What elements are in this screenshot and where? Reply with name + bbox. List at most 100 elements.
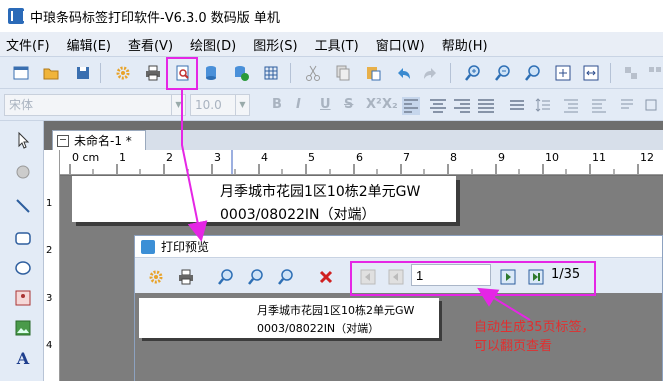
superscript-button[interactable]: X² bbox=[366, 97, 382, 112]
font-family-value: 宋体 bbox=[9, 98, 34, 112]
ruler-tick: 9 bbox=[498, 151, 505, 164]
cut-icon[interactable] bbox=[302, 62, 324, 84]
line-tool-icon[interactable] bbox=[12, 195, 34, 217]
print-icon[interactable] bbox=[175, 266, 197, 288]
new-icon[interactable] bbox=[10, 62, 32, 84]
menu-file[interactable]: 文件(F) bbox=[6, 35, 50, 54]
rotate-icon[interactable] bbox=[640, 94, 662, 116]
font-size-value: 10.0 bbox=[195, 98, 222, 112]
vertical-ruler: 1 2 3 4 bbox=[44, 150, 60, 381]
window-title: 中琅条码标签打印软件-V6.3.0 数码版 单机 bbox=[30, 10, 280, 26]
strikethrough-button[interactable]: S bbox=[344, 97, 353, 112]
database-icon[interactable] bbox=[200, 62, 222, 84]
fit-page-icon[interactable] bbox=[552, 62, 574, 84]
picture-tool-icon[interactable] bbox=[12, 317, 34, 339]
tab-document[interactable]: 未命名-1 * bbox=[52, 130, 146, 150]
align-left-button[interactable] bbox=[402, 97, 420, 115]
hand-icon[interactable] bbox=[12, 161, 34, 183]
underline-button[interactable]: U bbox=[320, 97, 331, 112]
settings-icon[interactable] bbox=[145, 266, 167, 288]
open-icon[interactable] bbox=[40, 62, 62, 84]
distribute-icon[interactable] bbox=[644, 62, 663, 84]
outdent-icon[interactable] bbox=[588, 94, 610, 116]
image-tool-icon[interactable] bbox=[12, 287, 34, 309]
zoom-out-icon[interactable] bbox=[245, 266, 267, 288]
fit-width-icon[interactable] bbox=[580, 62, 602, 84]
ruler-tick: 8 bbox=[450, 151, 457, 164]
zoom-fit-icon[interactable] bbox=[522, 62, 544, 84]
align-right-button[interactable] bbox=[454, 99, 470, 113]
ellipse-tool-icon[interactable] bbox=[12, 257, 34, 279]
ruler-tick: 10 bbox=[545, 151, 559, 164]
bold-button[interactable]: B bbox=[272, 97, 282, 112]
tab-document-label: 未命名-1 * bbox=[74, 134, 132, 148]
ruler-origin: 0 cm bbox=[72, 151, 100, 164]
rounded-rect-tool-icon[interactable] bbox=[12, 227, 34, 249]
ruler-tick: 11 bbox=[592, 151, 606, 164]
save-icon[interactable] bbox=[72, 62, 94, 84]
drawing-toolbox: A bbox=[0, 121, 44, 381]
menu-help[interactable]: 帮助(H) bbox=[442, 35, 488, 54]
format-toolbar: 宋体 ▼ 10.0 ▼ B I U S X² X₂ bbox=[0, 89, 663, 121]
subscript-button[interactable]: X₂ bbox=[382, 97, 398, 112]
paste-icon[interactable] bbox=[362, 62, 384, 84]
select-arrow-icon[interactable] bbox=[12, 129, 34, 151]
zoom-in-icon[interactable] bbox=[462, 62, 484, 84]
document-icon bbox=[57, 134, 69, 147]
annotation-line2: 可以翻页查看 bbox=[474, 339, 553, 354]
align-center-button[interactable] bbox=[430, 99, 446, 113]
print-preview-window: 打印预览 1/35 月季城市花园1区10栋2单元GW 0003/08022IN（… bbox=[134, 235, 663, 381]
title-bar: 中琅条码标签打印软件-V6.3.0 数码版 单机 bbox=[0, 0, 663, 32]
text-color-icon[interactable] bbox=[506, 94, 528, 116]
settings-icon[interactable] bbox=[112, 62, 134, 84]
horizontal-ruler: 0 cm 1 2 3 4 5 6 7 8 9 10 11 12 bbox=[60, 150, 663, 175]
indent-icon[interactable] bbox=[560, 94, 582, 116]
ruler-tick: 1 bbox=[46, 198, 53, 209]
label-text-line2[interactable]: 0003/08022IN（对端） bbox=[220, 204, 375, 224]
wrap-icon[interactable] bbox=[616, 94, 638, 116]
preview-label-line1: 月季城市花园1区10栋2单元GW bbox=[257, 304, 415, 317]
ruler-tick: 4 bbox=[46, 340, 53, 351]
ruler-tick: 3 bbox=[46, 293, 53, 304]
close-icon[interactable] bbox=[315, 266, 337, 288]
zoom-out-icon[interactable] bbox=[492, 62, 514, 84]
font-size-select[interactable]: 10.0 ▼ bbox=[190, 94, 250, 116]
line-spacing-icon[interactable] bbox=[532, 94, 554, 116]
menu-draw[interactable]: 绘图(D) bbox=[190, 35, 236, 54]
zoom-fit-icon[interactable] bbox=[275, 266, 297, 288]
ruler-tick: 3 bbox=[214, 151, 221, 164]
preview-title: 打印预览 bbox=[161, 240, 210, 254]
text-tool-icon[interactable]: A bbox=[12, 347, 34, 369]
menu-edit[interactable]: 编辑(E) bbox=[67, 35, 111, 54]
ruler-tick: 1 bbox=[119, 151, 126, 164]
font-family-select[interactable]: 宋体 ▼ bbox=[4, 94, 186, 116]
ruler-tick: 6 bbox=[356, 151, 363, 164]
zoom-in-icon[interactable] bbox=[215, 266, 237, 288]
italic-button[interactable]: I bbox=[296, 97, 301, 112]
menu-window[interactable]: 窗口(W) bbox=[376, 35, 425, 54]
main-toolbar bbox=[0, 56, 663, 89]
database-add-icon[interactable] bbox=[230, 62, 252, 84]
menu-tools[interactable]: 工具(T) bbox=[315, 35, 359, 54]
print-preview-highlight bbox=[166, 57, 198, 90]
preview-label-line2: 0003/08022IN（对端） bbox=[257, 322, 380, 335]
print-icon[interactable] bbox=[142, 62, 164, 84]
chevron-down-icon: ▼ bbox=[171, 95, 185, 115]
ruler-tick: 4 bbox=[261, 151, 268, 164]
preview-app-icon bbox=[141, 239, 155, 254]
grid-icon[interactable] bbox=[260, 62, 282, 84]
ruler-tick: 12 bbox=[640, 151, 654, 164]
undo-icon[interactable] bbox=[392, 62, 414, 84]
menu-view[interactable]: 查看(V) bbox=[128, 35, 173, 54]
align-justify-button[interactable] bbox=[478, 99, 494, 113]
copy-icon[interactable] bbox=[332, 62, 354, 84]
menu-shape[interactable]: 图形(S) bbox=[253, 35, 297, 54]
annotation-line1: 自动生成35页标签， bbox=[474, 320, 595, 335]
redo-icon[interactable] bbox=[420, 62, 442, 84]
page-navigation-highlight bbox=[350, 261, 596, 296]
ruler-tick: 2 bbox=[46, 245, 53, 256]
preview-label-paper: 月季城市花园1区10栋2单元GW 0003/08022IN（对端） bbox=[139, 298, 439, 338]
align-icon[interactable] bbox=[620, 62, 642, 84]
label-text-line1[interactable]: 月季城市花园1区10栋2单元GW bbox=[220, 181, 420, 201]
ruler-tick: 5 bbox=[308, 151, 315, 164]
